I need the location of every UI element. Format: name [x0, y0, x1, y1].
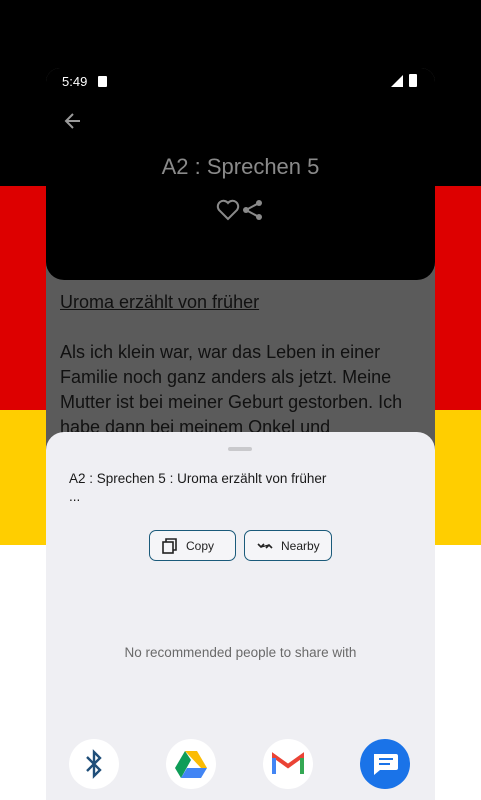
page-title: A2 : Sprechen 5: [161, 154, 320, 179]
no-recommendations-message: No recommended people to share with: [124, 645, 357, 660]
bluetooth-share-button[interactable]: [69, 739, 119, 789]
sd-card-icon: [98, 76, 107, 87]
back-button[interactable]: [60, 108, 86, 134]
gmail-share-button[interactable]: [263, 739, 313, 789]
share-preview-text: A2 : Sprechen 5 : Uroma erzählt von früh…: [69, 470, 409, 506]
favorite-button[interactable]: [216, 199, 240, 221]
share-sheet: A2 : Sprechen 5 : Uroma erzählt von früh…: [46, 432, 435, 800]
lesson-paragraph: Als ich klein war, war das Leben in eine…: [60, 342, 403, 437]
nearby-button[interactable]: Nearby: [244, 530, 332, 561]
status-bar: 5:49: [46, 68, 435, 96]
lesson-title[interactable]: Uroma erzählt von früher: [60, 290, 425, 315]
lesson-content: Uroma erzählt von früher Als ich klein w…: [60, 290, 425, 440]
battery-icon: [409, 74, 417, 87]
share-text-ellipsis: ...: [69, 489, 81, 504]
status-time: 5:49: [62, 74, 88, 89]
heart-icon: [216, 199, 240, 221]
copy-button[interactable]: Copy: [149, 530, 236, 561]
gmail-icon: [272, 752, 304, 774]
app-header: 5:49 A2 : Sprechen 5: [46, 68, 435, 280]
nearby-label: Nearby: [281, 538, 320, 553]
phone-screen: 5:49 A2 : Sprechen 5 Uroma erzählt von f…: [46, 68, 435, 800]
arrow-left-icon: [64, 113, 80, 129]
copy-label: Copy: [186, 538, 215, 553]
share-button[interactable]: [242, 199, 264, 221]
bluetooth-icon: [86, 749, 102, 779]
nearby-icon: [257, 538, 273, 554]
share-icon: [243, 200, 262, 220]
copy-icon: [162, 537, 178, 554]
google-drive-icon: [175, 751, 207, 778]
google-drive-share-button[interactable]: [166, 739, 216, 789]
signal-icon: [391, 75, 403, 87]
share-text-line: A2 : Sprechen 5 : Uroma erzählt von früh…: [69, 471, 327, 486]
messages-icon: [374, 754, 398, 775]
messages-share-button[interactable]: [360, 739, 410, 789]
drag-handle[interactable]: [228, 447, 252, 451]
